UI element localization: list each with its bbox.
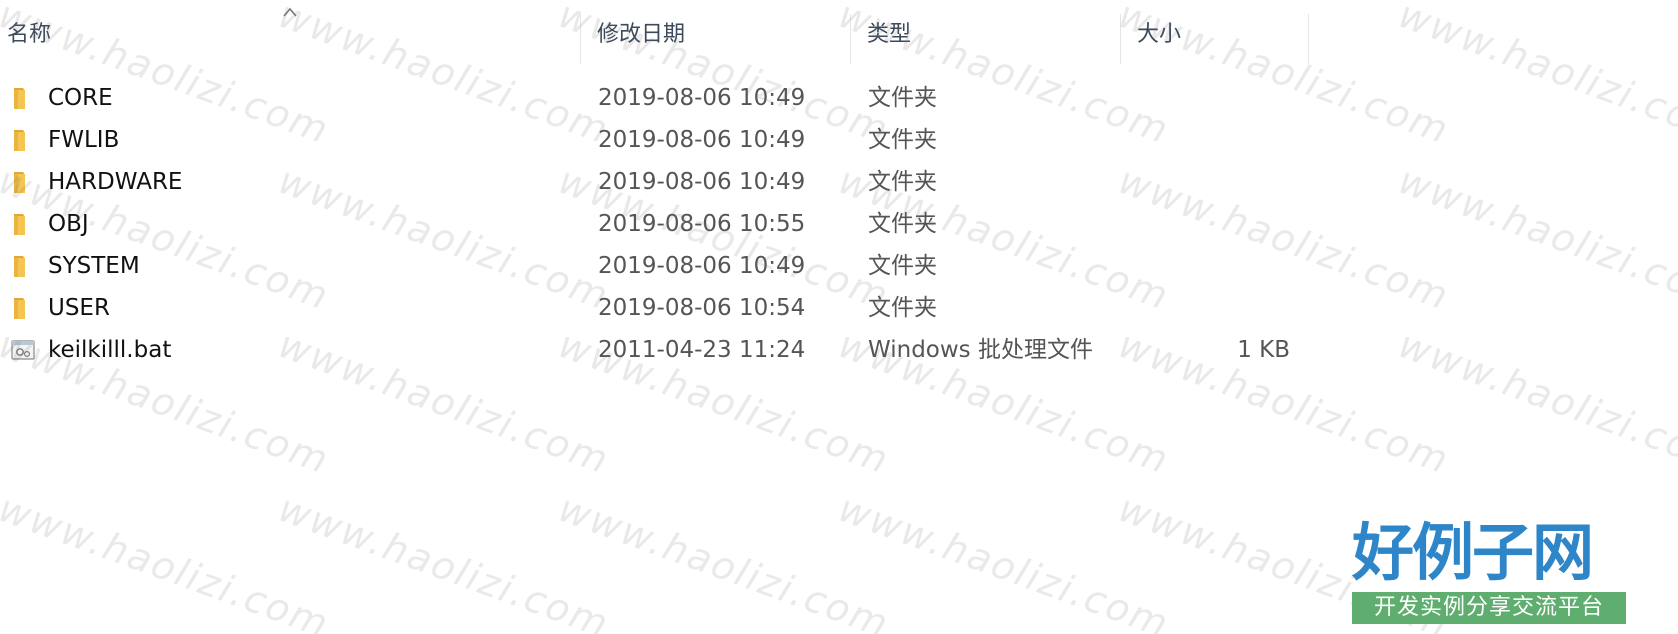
file-row-hardware[interactable]: HARDWARE 2019-08-06 10:49 文件夹 xyxy=(0,162,1300,202)
site-logo: 好例子网 开发实例分享交流平台 xyxy=(1352,518,1626,624)
file-date: 2019-08-06 10:49 xyxy=(598,253,806,279)
folder-icon xyxy=(14,130,25,151)
folder-icon xyxy=(14,298,25,319)
column-header-type[interactable]: 类型 xyxy=(851,0,1121,64)
file-size xyxy=(1160,120,1290,160)
file-date: 2019-08-06 10:54 xyxy=(598,295,806,321)
watermark-text: www.haolizi.com xyxy=(0,486,336,634)
file-type: 文件夹 xyxy=(868,211,937,237)
column-header-size-label: 大小 xyxy=(1137,22,1182,47)
file-name: SYSTEM xyxy=(48,253,140,279)
file-date: 2019-08-06 10:55 xyxy=(598,211,806,237)
column-header-type-label: 类型 xyxy=(867,22,912,47)
watermark-text: www.haolizi.com xyxy=(272,486,616,634)
folder-icon xyxy=(14,172,25,193)
file-type: 文件夹 xyxy=(868,127,937,153)
folder-icon xyxy=(14,88,25,109)
file-date: 2019-08-06 10:49 xyxy=(598,85,806,111)
folder-icon xyxy=(14,256,25,277)
file-type: 文件夹 xyxy=(868,169,937,195)
file-type: 文件夹 xyxy=(868,295,937,321)
file-type: Windows 批处理文件 xyxy=(868,337,1093,363)
file-row-user[interactable]: USER 2019-08-06 10:54 文件夹 xyxy=(0,288,1300,328)
column-header-name[interactable]: 名称 xyxy=(0,0,580,64)
file-size: 1 KB xyxy=(1237,337,1290,363)
file-size xyxy=(1160,288,1290,328)
column-header-date-label: 修改日期 xyxy=(597,22,686,47)
column-header-date[interactable]: 修改日期 xyxy=(581,0,851,64)
file-size xyxy=(1160,162,1290,202)
file-name: FWLIB xyxy=(48,127,120,153)
folder-icon xyxy=(14,214,25,235)
file-row-system[interactable]: SYSTEM 2019-08-06 10:49 文件夹 xyxy=(0,246,1300,286)
watermark-text: www.haolizi.com xyxy=(832,486,1176,634)
chevron-up-icon xyxy=(283,7,297,17)
file-size xyxy=(1160,246,1290,286)
file-row-keilkilll-bat[interactable]: keilkilll.bat 2011-04-23 11:24 Windows 批… xyxy=(0,330,1300,370)
watermark-text: www.haolizi.com xyxy=(1392,322,1678,483)
watermark-text: www.haolizi.com xyxy=(1392,158,1678,319)
logo-subtitle: 开发实例分享交流平台 xyxy=(1352,592,1626,624)
column-header-name-label: 名称 xyxy=(7,22,52,47)
watermark-text: www.haolizi.com xyxy=(552,486,896,634)
file-name: CORE xyxy=(48,85,113,111)
file-date: 2019-08-06 10:49 xyxy=(598,169,806,195)
file-name: OBJ xyxy=(48,211,89,237)
file-name: USER xyxy=(48,295,110,321)
logo-title: 好例子网 xyxy=(1352,516,1594,589)
file-date: 2019-08-06 10:49 xyxy=(598,127,806,153)
file-date: 2011-04-23 11:24 xyxy=(598,337,806,363)
file-row-fwlib[interactable]: FWLIB 2019-08-06 10:49 文件夹 xyxy=(0,120,1300,160)
column-header-row: 名称 修改日期 类型 大小 xyxy=(0,0,1678,64)
file-name: keilkilll.bat xyxy=(48,337,172,363)
batch-file-icon xyxy=(11,340,35,360)
file-row-obj[interactable]: OBJ 2019-08-06 10:55 文件夹 xyxy=(0,204,1300,244)
file-type: 文件夹 xyxy=(868,85,937,111)
file-size xyxy=(1160,204,1290,244)
file-row-core[interactable]: CORE 2019-08-06 10:49 文件夹 xyxy=(0,78,1300,118)
file-name: HARDWARE xyxy=(48,169,183,195)
file-size xyxy=(1160,78,1290,118)
column-header-size[interactable]: 大小 xyxy=(1121,0,1309,64)
column-divider[interactable] xyxy=(1308,14,1309,64)
file-type: 文件夹 xyxy=(868,253,937,279)
